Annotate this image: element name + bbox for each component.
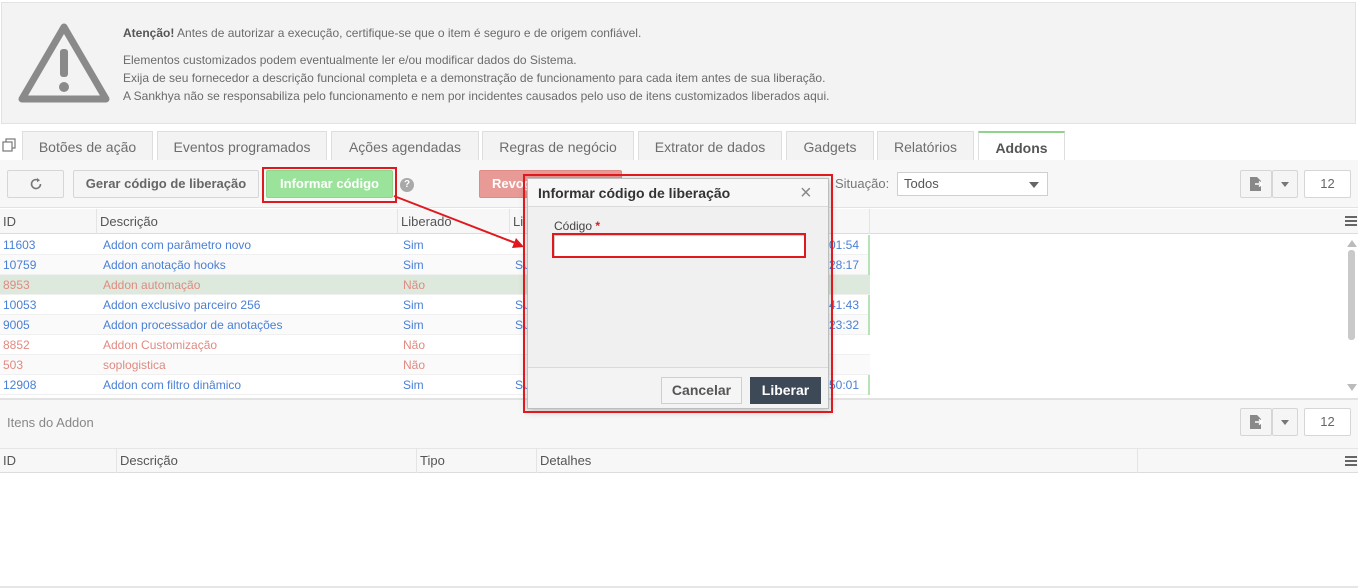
cell-descricao: Addon processador de anotações bbox=[103, 318, 283, 332]
cell-descricao: Addon exclusivo parceiro 256 bbox=[103, 298, 261, 312]
cell-id: 10759 bbox=[3, 258, 37, 272]
column-menu-icon[interactable] bbox=[1345, 456, 1357, 466]
col-id[interactable]: ID bbox=[0, 209, 97, 234]
cell-liberado: Não bbox=[403, 358, 426, 372]
cell-liberado: Sim bbox=[403, 298, 424, 312]
cell-liberado: Não bbox=[403, 278, 426, 292]
cell-liberado: Não bbox=[403, 338, 426, 352]
warning-bold: Atenção! bbox=[123, 26, 175, 40]
cell-id: 8953 bbox=[3, 278, 30, 292]
caret-down-icon bbox=[1281, 182, 1289, 187]
situacao-select[interactable]: Todos bbox=[897, 172, 1048, 196]
export-dropdown-button[interactable] bbox=[1272, 170, 1298, 198]
cell-descricao: Addon Customização bbox=[103, 338, 218, 352]
tab-addons[interactable]: Addons bbox=[978, 131, 1065, 161]
help-icon[interactable]: ? bbox=[400, 178, 414, 192]
cell-descricao: Addon com parâmetro novo bbox=[103, 238, 252, 252]
cell-liberado: Sim bbox=[403, 378, 424, 392]
tab-botoes-de-acao[interactable]: Botões de ação bbox=[22, 131, 153, 161]
tab-relatorios[interactable]: Relatórios bbox=[877, 131, 974, 161]
caret-down-icon bbox=[1281, 420, 1289, 425]
codigo-input-highlight bbox=[552, 233, 806, 258]
scroll-thumb[interactable] bbox=[1348, 250, 1355, 340]
refresh-button[interactable] bbox=[7, 170, 64, 198]
cell-descricao: Addon anotação hooks bbox=[103, 258, 226, 272]
warning-text: Atenção! Antes de autorizar a execução, … bbox=[123, 24, 829, 105]
column-menu-icon[interactable] bbox=[1345, 216, 1357, 226]
export-button[interactable] bbox=[1240, 170, 1272, 198]
cell-id: 9005 bbox=[3, 318, 30, 332]
items-grid-header: ID Descrição Tipo Detalhes bbox=[0, 448, 1358, 473]
cell-liberado: Sim bbox=[403, 238, 424, 252]
export-file-icon bbox=[1250, 177, 1264, 191]
cell-id: 11603 bbox=[3, 238, 36, 252]
scroll-up-arrow-icon[interactable] bbox=[1347, 240, 1357, 247]
warning-line2: Elementos customizados podem eventualmen… bbox=[123, 53, 577, 67]
cell-descricao: Addon automação bbox=[103, 278, 201, 292]
export-file-icon bbox=[1250, 415, 1264, 429]
tab-regras-de-negocio[interactable]: Regras de negócio bbox=[482, 131, 634, 161]
cell-liberado: Sim bbox=[403, 318, 424, 332]
cell-id: 12908 bbox=[3, 378, 37, 392]
items-col-tipo[interactable]: Tipo bbox=[417, 449, 537, 473]
page-size-box[interactable]: 12 bbox=[1304, 170, 1351, 198]
refresh-icon bbox=[30, 178, 41, 190]
items-col-descricao[interactable]: Descrição bbox=[117, 449, 417, 473]
cell-descricao: soplogistica bbox=[103, 358, 166, 372]
copy-icon[interactable] bbox=[2, 138, 16, 152]
warning-triangle-icon bbox=[18, 23, 110, 103]
informar-highlight bbox=[262, 167, 397, 203]
situacao-label: Situação: bbox=[835, 176, 890, 191]
tab-extrator-de-dados[interactable]: Extrator de dados bbox=[638, 131, 782, 161]
tab-gadgets[interactable]: Gadgets bbox=[786, 131, 874, 161]
tab-eventos-programados[interactable]: Eventos programados bbox=[157, 131, 327, 161]
tab-acoes-agendadas[interactable]: Ações agendadas bbox=[331, 131, 479, 161]
cell-id: 10053 bbox=[3, 298, 37, 312]
warning-line1: Antes de autorizar a execução, certifiqu… bbox=[174, 26, 642, 40]
gerar-codigo-button[interactable]: Gerar código de liberação bbox=[73, 170, 259, 198]
items-export-button[interactable] bbox=[1240, 408, 1272, 436]
warning-panel: Atenção! Antes de autorizar a execução, … bbox=[1, 2, 1356, 124]
cell-id: 8852 bbox=[3, 338, 30, 352]
cell-liberado: Sim bbox=[403, 258, 424, 272]
situacao-value: Todos bbox=[904, 176, 939, 191]
dialog-highlight bbox=[523, 174, 833, 413]
scroll-down-arrow-icon[interactable] bbox=[1347, 384, 1357, 391]
items-export-dropdown-button[interactable] bbox=[1272, 408, 1298, 436]
tab-bar: Botões de ação Eventos programados Ações… bbox=[0, 130, 1358, 161]
items-page-size-box[interactable]: 12 bbox=[1304, 408, 1351, 436]
col-descricao[interactable]: Descrição bbox=[97, 209, 398, 234]
grid-scrollbar[interactable] bbox=[1345, 236, 1358, 396]
items-col-id[interactable]: ID bbox=[0, 449, 117, 473]
warning-line4: A Sankhya não se responsabiliza pelo fun… bbox=[123, 89, 830, 103]
items-col-detalhes[interactable]: Detalhes bbox=[537, 449, 1138, 473]
col-liberado[interactable]: Liberado bbox=[398, 209, 510, 234]
cell-descricao: Addon com filtro dinâmico bbox=[103, 378, 242, 392]
warning-line3: Exija de seu fornecedor a descrição func… bbox=[123, 71, 826, 85]
cell-id: 503 bbox=[3, 358, 24, 372]
items-title: Itens do Addon bbox=[7, 415, 94, 430]
chevron-down-icon bbox=[1029, 182, 1039, 188]
